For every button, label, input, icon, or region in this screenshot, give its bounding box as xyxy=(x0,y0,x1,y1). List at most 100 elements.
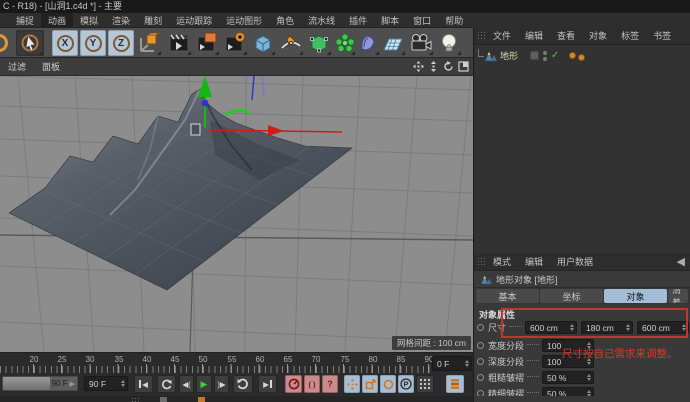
keyframe-presets-button[interactable] xyxy=(446,375,464,393)
section-header[interactable]: 对象属性 xyxy=(479,308,515,321)
key-parameter-toggle[interactable]: P xyxy=(398,375,414,393)
om-menu-bookmarks[interactable]: 书签 xyxy=(646,29,678,42)
menu-character[interactable]: 角色 xyxy=(269,13,301,28)
panel-grip-icon[interactable] xyxy=(477,31,486,41)
timeline-ruler[interactable]: 20 25 30 35 40 45 50 55 60 65 70 75 80 8… xyxy=(0,352,473,373)
menu-motion-tracker[interactable]: 运动跟踪 xyxy=(169,13,219,28)
am-menu-mode[interactable]: 模式 xyxy=(486,255,518,268)
visibility-dots-icon[interactable] xyxy=(543,51,547,61)
keyframe-circle-icon[interactable] xyxy=(477,324,484,331)
render-picture-viewer-button[interactable] xyxy=(194,30,220,56)
om-menu-edit[interactable]: 编辑 xyxy=(518,29,550,42)
key-pla-toggle[interactable] xyxy=(416,375,434,393)
lock-z-axis-button[interactable]: Z xyxy=(108,30,134,56)
add-cube-button[interactable] xyxy=(250,30,276,56)
key-position-toggle[interactable] xyxy=(344,375,360,393)
light-button[interactable] xyxy=(436,30,462,56)
tab-object[interactable]: 对象 xyxy=(604,289,667,303)
tag-dot-icon-1[interactable] xyxy=(569,52,576,59)
goto-end-button[interactable]: ▶ xyxy=(258,375,277,393)
om-menu-objects[interactable]: 对象 xyxy=(582,29,614,42)
menu-sculpt[interactable]: 雕刻 xyxy=(137,13,169,28)
menu-mograph[interactable]: 运动图形 xyxy=(219,13,269,28)
viewport[interactable]: 过滤 面板 网格间距 : 100 cm xyxy=(0,58,473,352)
pan-view-icon[interactable] xyxy=(412,60,425,73)
menu-snap[interactable]: 捕捉 xyxy=(9,13,41,28)
zoom-view-icon[interactable] xyxy=(427,60,440,73)
current-frame-input[interactable]: 0 F xyxy=(432,356,472,371)
keyframe-circle-icon[interactable] xyxy=(477,358,484,365)
menu-pipeline[interactable]: 流水线 xyxy=(301,13,342,28)
toggle-view-icon[interactable] xyxy=(457,60,470,73)
layer-swatch-icon[interactable] xyxy=(530,51,539,60)
menu-help[interactable]: 帮助 xyxy=(438,13,470,28)
lock-x-axis-button[interactable]: X xyxy=(52,30,78,56)
enabled-check-icon[interactable]: ✓ xyxy=(551,50,559,61)
autokey-button[interactable]: ( ) xyxy=(304,375,320,393)
key-scale-toggle[interactable] xyxy=(362,375,378,393)
rotate-view-icon[interactable] xyxy=(442,60,455,73)
menu-render[interactable]: 渲染 xyxy=(105,13,137,28)
menu-plugins[interactable]: 插件 xyxy=(342,13,374,28)
size-y-input[interactable]: 180 cm xyxy=(581,321,633,334)
end-frame-input[interactable]: 90 F xyxy=(84,376,128,391)
gizmo-blue-knob[interactable] xyxy=(202,100,209,107)
viewport-menu-filter[interactable]: 过滤 xyxy=(0,60,34,73)
panel-grip-icon[interactable] xyxy=(477,257,486,267)
edit-render-settings-button[interactable] xyxy=(222,30,248,56)
spinner-icon[interactable] xyxy=(587,374,591,381)
c4d-window: C - R18) - [山洞1.c4d *] - 主要 捕捉 动画 模拟 渲染 … xyxy=(0,0,690,402)
keyframe-circle-icon[interactable] xyxy=(477,342,484,349)
floor-environment-button[interactable] xyxy=(380,30,406,56)
om-menu-tags[interactable]: 标签 xyxy=(614,29,646,42)
subdivision-surface-button[interactable] xyxy=(306,30,332,56)
goto-start-button[interactable]: ◀ xyxy=(134,375,153,393)
menu-script[interactable]: 脚本 xyxy=(374,13,406,28)
key-rotation-toggle[interactable] xyxy=(380,375,396,393)
menu-window[interactable]: 窗口 xyxy=(406,13,438,28)
preview-range-slider[interactable]: 90 F▶ xyxy=(2,376,78,391)
tab-basic[interactable]: 基本 xyxy=(476,289,539,303)
next-key-button[interactable]: )▶ xyxy=(214,375,229,393)
viewport-menu-panel[interactable]: 面板 xyxy=(34,60,68,73)
tab-coordinates[interactable]: 坐标 xyxy=(540,289,603,303)
property-label: 粗糙皱褶 xyxy=(488,371,524,384)
spline-pen-button[interactable] xyxy=(278,30,304,56)
play-backwards-button[interactable] xyxy=(157,375,176,393)
record-keyframe-button[interactable] xyxy=(285,375,302,393)
keyframe-selection-button[interactable]: ? xyxy=(322,375,338,393)
play-button[interactable]: ▶ xyxy=(196,375,212,393)
coordinate-system-button[interactable] xyxy=(136,30,162,56)
spinner-icon[interactable] xyxy=(626,324,630,331)
range-slider-handle[interactable]: 90 F▶ xyxy=(50,377,77,390)
mograph-array-button[interactable] xyxy=(334,30,356,56)
am-menu-userdata[interactable]: 用户数据 xyxy=(550,255,600,268)
object-name[interactable]: 地形 xyxy=(500,49,518,62)
spinner-icon[interactable] xyxy=(121,380,125,387)
size-x-input[interactable]: 600 cm xyxy=(525,321,577,334)
lock-y-axis-button[interactable]: Y xyxy=(80,30,106,56)
object-row-terrain[interactable]: 地形 ✓ xyxy=(478,48,585,63)
size-z-input[interactable]: 600 cm xyxy=(637,321,689,334)
tag-dot-icon-2[interactable] xyxy=(578,54,585,61)
loop-mode-button[interactable] xyxy=(233,375,253,393)
om-menu-view[interactable]: 查看 xyxy=(550,29,582,42)
undo-icon[interactable] xyxy=(0,30,12,56)
spinner-icon[interactable] xyxy=(682,324,686,331)
am-menu-edit[interactable]: 编辑 xyxy=(518,255,550,268)
history-back-icon[interactable]: ◀ xyxy=(677,255,685,268)
position-icon xyxy=(347,379,358,390)
camera-button[interactable] xyxy=(408,30,434,56)
spinner-icon[interactable] xyxy=(465,360,469,367)
keyframe-circle-icon[interactable] xyxy=(477,374,484,381)
menu-animate[interactable]: 动画 xyxy=(41,13,73,28)
om-menu-file[interactable]: 文件 xyxy=(486,29,518,42)
rough-furrows-input[interactable]: 50 % xyxy=(542,371,594,384)
live-selection-button[interactable] xyxy=(16,30,44,56)
render-view-button[interactable] xyxy=(166,30,192,56)
menu-simulate[interactable]: 模拟 xyxy=(73,13,105,28)
deformer-button[interactable] xyxy=(356,30,380,56)
previous-key-button[interactable]: ◀( xyxy=(179,375,194,393)
spinner-icon[interactable] xyxy=(570,324,574,331)
tab-phong[interactable]: 平滑着色 xyxy=(668,289,688,303)
